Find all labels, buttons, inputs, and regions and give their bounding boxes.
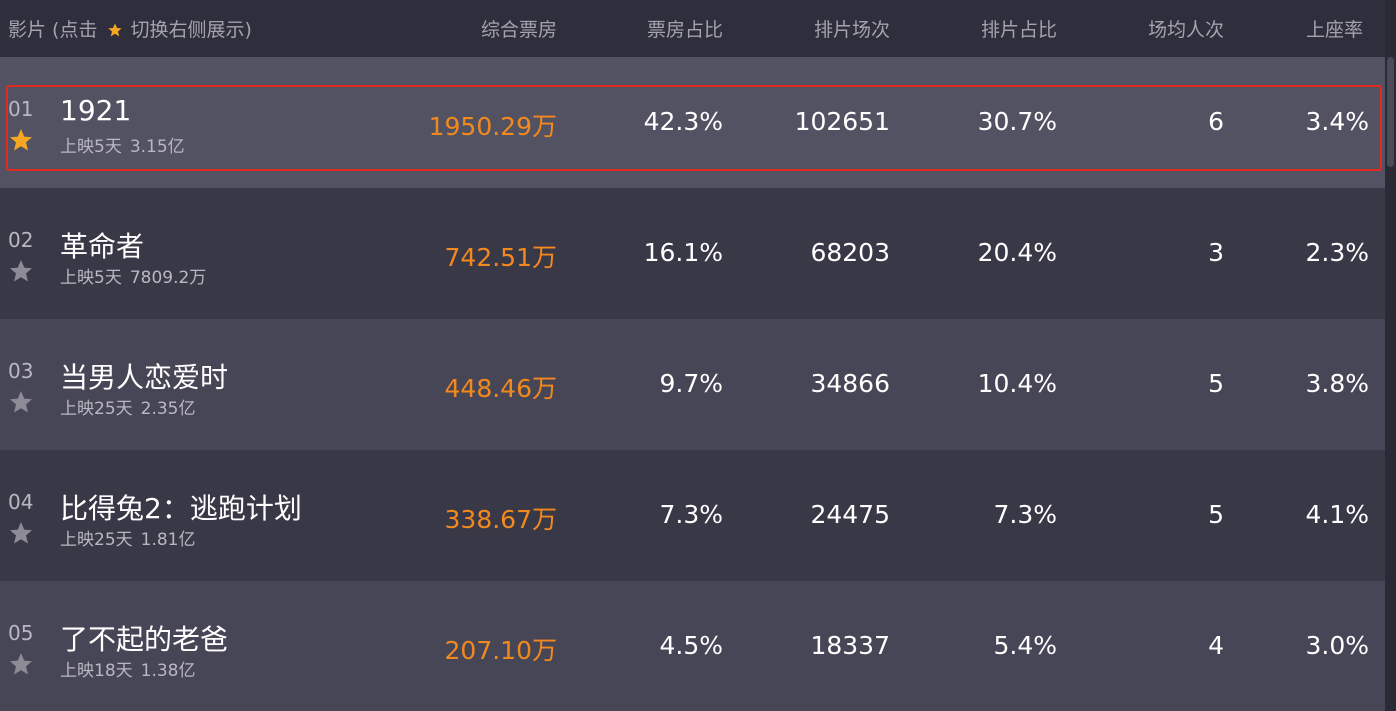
occupancy-value: 3.8% xyxy=(1305,369,1369,398)
film-title[interactable]: 革命者 xyxy=(60,225,144,265)
film-meta: 上映25天 2.35亿 xyxy=(60,394,196,419)
release-days: 上映18天 xyxy=(60,661,133,681)
film-meta: 上映5天 3.15亿 xyxy=(60,132,185,157)
film-meta: 上映5天 7809.2万 xyxy=(60,263,206,288)
release-days: 上映25天 xyxy=(60,399,133,419)
scrollbar-thumb[interactable] xyxy=(1387,57,1394,167)
total-box-office: 2.35亿 xyxy=(140,399,196,419)
release-days: 上映5天 xyxy=(60,137,122,157)
film-title[interactable]: 1921 xyxy=(60,94,131,127)
table-header: 影片 (点击 切换右侧展示) 综合票房 票房占比 排片场次 排片占比 场均人次 … xyxy=(0,0,1385,57)
film-meta: 上映18天 1.38亿 xyxy=(60,656,196,681)
release-days: 上映5天 xyxy=(60,268,122,288)
release-days: 上映25天 xyxy=(60,530,133,550)
star-icon[interactable] xyxy=(9,521,33,545)
star-icon[interactable] xyxy=(9,128,33,152)
occupancy-value: 3.0% xyxy=(1305,631,1369,660)
total-box-office: 1.38亿 xyxy=(140,661,196,681)
total-box-office: 3.15亿 xyxy=(129,137,185,157)
star-icon xyxy=(107,23,122,37)
header-film-prefix: 影片 (点击 xyxy=(8,19,98,41)
total-box-office: 7809.2万 xyxy=(129,268,207,288)
rank-number: 02 xyxy=(8,228,34,252)
occupancy-value: 4.1% xyxy=(1305,500,1369,529)
film-title[interactable]: 比得兔2：逃跑计划 xyxy=(60,487,302,527)
scrollbar[interactable] xyxy=(1385,0,1396,711)
star-icon[interactable] xyxy=(9,259,33,283)
rank-number: 05 xyxy=(8,621,34,645)
header-film-suffix: 切换右侧展示) xyxy=(130,19,252,41)
film-title[interactable]: 当男人恋爱时 xyxy=(60,356,228,396)
rank-number: 01 xyxy=(8,97,34,121)
occupancy-value: 3.4% xyxy=(1305,107,1369,136)
header-film: 影片 (点击 切换右侧展示) xyxy=(8,15,252,42)
rank-number: 04 xyxy=(8,490,34,514)
total-box-office: 1.81亿 xyxy=(140,530,196,550)
star-icon[interactable] xyxy=(9,652,33,676)
star-icon[interactable] xyxy=(9,390,33,414)
film-meta: 上映25天 1.81亿 xyxy=(60,525,196,550)
film-title[interactable]: 了不起的老爸 xyxy=(60,618,228,658)
occupancy-value: 2.3% xyxy=(1305,238,1369,267)
box-office-board: 影片 (点击 切换右侧展示) 综合票房 票房占比 排片场次 排片占比 场均人次 … xyxy=(0,0,1396,711)
rank-number: 03 xyxy=(8,359,34,383)
header-occupancy[interactable]: 上座率 xyxy=(1163,15,1363,42)
